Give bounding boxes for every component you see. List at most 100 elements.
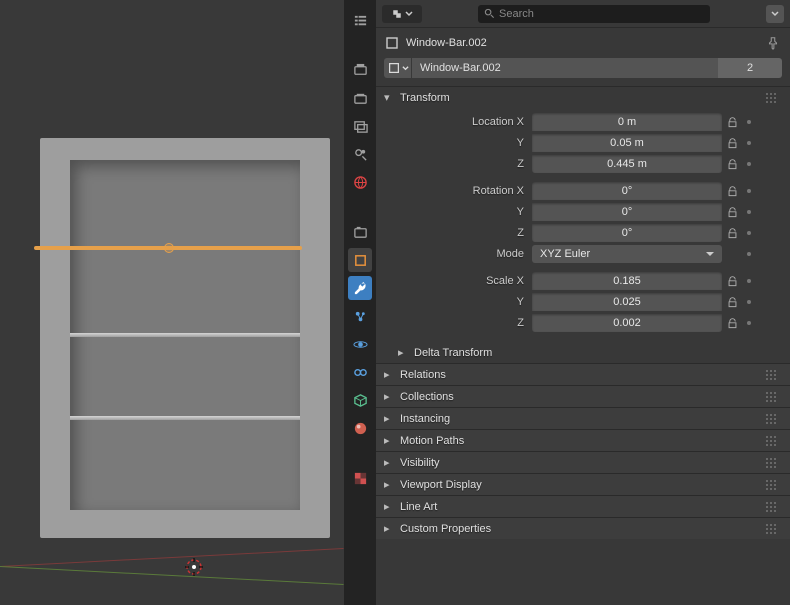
tab-material[interactable] [348,416,372,440]
search-input[interactable]: Search [478,5,710,23]
chevron-right-icon: ▸ [384,412,394,425]
selected-object-outline [34,246,302,250]
datablock-browse[interactable] [384,58,412,78]
transform-form: Location X 0 m Y 0.05 m Z 0.445 m Rotati… [376,108,790,342]
input-location-x[interactable]: 0 m [532,113,722,131]
lock-location-y[interactable] [723,134,741,152]
section-line-art-header[interactable]: ▸ Line Art [376,495,790,517]
input-rotation-z[interactable]: 0° [532,224,722,242]
input-location-y[interactable]: 0.05 m [532,134,722,152]
input-location-z[interactable]: 0.445 m [532,155,722,173]
lock-scale-y[interactable] [723,293,741,311]
section-instancing-header[interactable]: ▸ Instancing [376,407,790,429]
section-collections-header[interactable]: ▸ Collections [376,385,790,407]
panel-menu-icon[interactable] [766,502,782,512]
lock-rotation-y[interactable] [723,203,741,221]
chevron-right-icon: ▸ [384,368,394,381]
properties-tab-strip [344,0,376,605]
object-icon [387,61,401,75]
select-rotation-mode[interactable]: XYZ Euler [532,245,722,263]
label-rotation-x: Rotation X [384,185,532,197]
tab-view-layer[interactable] [348,114,372,138]
panel-menu-icon[interactable] [766,392,782,402]
mesh-shelf [40,138,330,538]
search-icon [484,8,495,19]
tab-tool[interactable] [348,8,372,32]
label-location-z: Z [384,158,532,170]
label-rotation-y: Y [384,206,532,218]
tab-particles[interactable] [348,304,372,328]
anim-dot[interactable] [747,231,751,235]
input-scale-x[interactable]: 0.185 [532,272,722,290]
axis-y-line [0,566,344,585]
panel-menu-icon[interactable] [766,370,782,380]
lock-location-z[interactable] [723,155,741,173]
lock-scale-x[interactable] [723,272,741,290]
tab-collection[interactable] [348,220,372,244]
axis-x-line [0,548,344,567]
section-transform-header[interactable]: ▾ Transform [376,86,790,108]
section-delta-transform-header[interactable]: ▸ Delta Transform [376,342,790,363]
options-popover[interactable] [766,5,784,23]
label-rotation-z: Z [384,227,532,239]
breadcrumb: Window-Bar.002 [376,28,790,58]
chevron-right-icon: ▸ [384,434,394,447]
panel-menu-icon[interactable] [766,414,782,424]
datablock-name-input[interactable]: Window-Bar.002 [412,58,718,78]
section-custom-properties-header[interactable]: ▸ Custom Properties [376,517,790,539]
section-relations-header[interactable]: ▸ Relations [376,363,790,385]
datablock-users[interactable]: 2 [718,58,782,78]
label-location-y: Y [384,137,532,149]
anim-dot[interactable] [747,252,751,256]
object-icon [384,35,400,51]
input-scale-z[interactable]: 0.002 [532,314,722,332]
anim-dot[interactable] [747,321,751,325]
panel-menu-icon[interactable] [766,436,782,446]
anim-dot[interactable] [747,141,751,145]
label-rotation-mode: Mode [384,248,532,260]
section-visibility-header[interactable]: ▸ Visibility [376,451,790,473]
section-motion-paths-header[interactable]: ▸ Motion Paths [376,429,790,451]
lock-location-x[interactable] [723,113,741,131]
cursor-3d-icon [185,558,203,576]
anim-dot[interactable] [747,279,751,283]
input-scale-y[interactable]: 0.025 [532,293,722,311]
pin-button[interactable] [764,34,782,52]
tab-output[interactable] [348,86,372,110]
panel-menu-icon[interactable] [766,458,782,468]
lock-rotation-x[interactable] [723,182,741,200]
lock-scale-z[interactable] [723,314,741,332]
lock-rotation-z[interactable] [723,224,741,242]
label-scale-x: Scale X [384,275,532,287]
tab-object[interactable] [348,248,372,272]
breadcrumb-name: Window-Bar.002 [406,37,487,49]
section-viewport-display-header[interactable]: ▸ Viewport Display [376,473,790,495]
tab-constraints[interactable] [348,360,372,384]
chevron-right-icon: ▸ [384,478,394,491]
viewport-3d[interactable] [0,0,344,605]
input-rotation-x[interactable]: 0° [532,182,722,200]
anim-dot[interactable] [747,120,751,124]
tab-physics[interactable] [348,332,372,356]
tab-data[interactable] [348,388,372,412]
tab-texture[interactable] [348,466,372,490]
anim-dot[interactable] [747,300,751,304]
panel-menu-icon[interactable] [766,93,782,103]
sync-toggle[interactable] [382,5,422,23]
tab-world[interactable] [348,170,372,194]
input-rotation-y[interactable]: 0° [532,203,722,221]
tab-scene[interactable] [348,142,372,166]
label-location-x: Location X [384,116,532,128]
tab-render[interactable] [348,58,372,82]
chevron-down-icon: ▾ [384,91,394,104]
chevron-right-icon: ▸ [384,500,394,513]
anim-dot[interactable] [747,162,751,166]
panel-menu-icon[interactable] [766,524,782,534]
anim-dot[interactable] [747,189,751,193]
anim-dot[interactable] [747,210,751,214]
tab-modifiers[interactable] [348,276,372,300]
properties-header: Search [376,0,790,28]
panel-menu-icon[interactable] [766,480,782,490]
search-placeholder: Search [499,8,534,20]
datablock-row: Window-Bar.002 2 [376,58,790,86]
